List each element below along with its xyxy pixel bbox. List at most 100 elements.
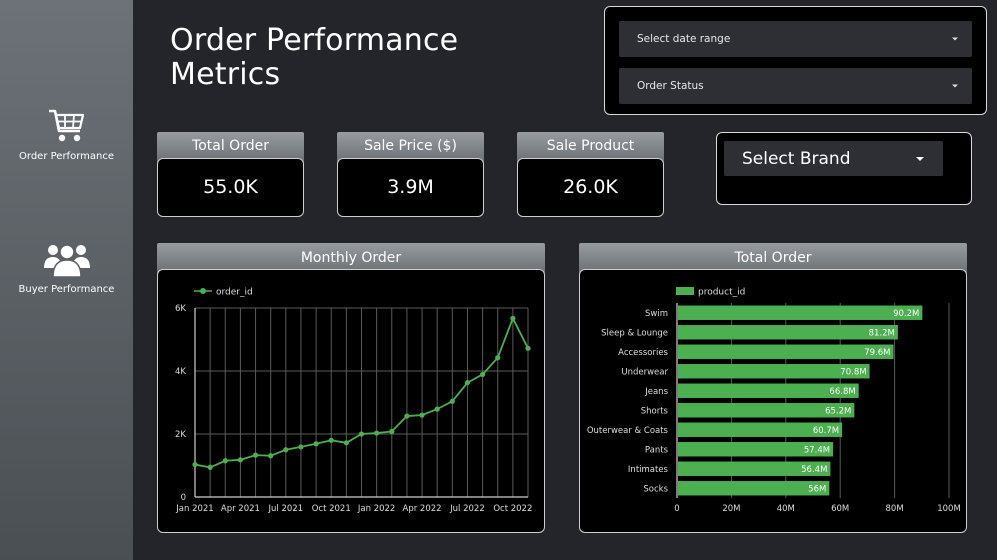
x-tick-label: Oct 2022 <box>493 504 532 514</box>
x-tick-label: 0 <box>674 504 679 514</box>
data-point <box>192 461 198 468</box>
category-label: Outerwear & Coats <box>587 426 669 436</box>
total-order-chart-body: product_id 0 20M 40M 60M 80M 100M Swim 90.2M Slee… <box>579 269 967 533</box>
page-title-line1: Order Performance <box>170 23 459 58</box>
total-order-card: Total Order product_id 0 20M 40M 60M 80M 100M S… <box>579 243 967 533</box>
data-label: 90.2M <box>893 309 919 319</box>
chevron-down-icon <box>952 84 958 88</box>
category-label: Sleep & Lounge <box>601 328 668 338</box>
category-label: Pants <box>645 445 669 455</box>
x-tick-label: Apr 2022 <box>403 504 442 514</box>
brand-dropdown[interactable]: Select Brand <box>724 141 943 176</box>
order-status-dropdown[interactable]: Order Status <box>619 68 972 104</box>
x-tick-label: Jul 2022 <box>449 504 485 514</box>
category-label: Jeans <box>644 387 668 397</box>
x-tick-label: 40M <box>777 504 795 514</box>
kpi-total-order: Total Order 55.0K <box>157 132 304 217</box>
x-tick-label: 20M <box>722 504 740 514</box>
x-tick-label: Jan 2022 <box>357 504 395 514</box>
x-tick-label: 100M <box>937 504 961 514</box>
data-point <box>464 380 471 386</box>
category-label: Underwear <box>621 367 668 377</box>
total-order-chart: product_id 0 20M 40M 60M 80M 100M Swim 90.2M Slee… <box>587 287 961 514</box>
data-point <box>207 464 213 470</box>
bar <box>678 325 898 340</box>
data-point <box>525 345 531 351</box>
sidebar-item-label: Order Performance <box>19 151 114 162</box>
x-tick-label: 60M <box>831 504 849 514</box>
sidebar-item-order-performance[interactable]: Order Performance <box>0 107 133 162</box>
data-point <box>328 437 334 443</box>
data-point <box>343 440 349 446</box>
data-point <box>374 430 380 436</box>
data-label: 65.2M <box>825 406 851 416</box>
kpi-sale-product: Sale Product 26.0K <box>517 132 664 217</box>
data-point <box>283 447 289 453</box>
data-label: 56.4M <box>801 465 827 475</box>
kpi-value: 55.0K <box>157 158 304 217</box>
data-label: 56M <box>808 484 826 494</box>
chevron-down-icon <box>952 37 958 41</box>
data-point <box>237 457 244 463</box>
date-range-label: Select date range <box>637 33 731 45</box>
brand-label: Select Brand <box>742 148 851 169</box>
data-label: 79.6M <box>864 348 890 358</box>
data-label: 70.8M <box>840 367 866 377</box>
users-icon <box>43 244 90 278</box>
date-range-dropdown[interactable]: Select date range <box>619 21 972 57</box>
data-label: 57.4M <box>804 445 830 455</box>
data-point <box>434 406 440 412</box>
legend-label: order_id <box>216 288 253 298</box>
x-tick-label: Jul 2021 <box>268 504 304 514</box>
kpi-value: 26.0K <box>517 158 664 217</box>
legend-label: product_id <box>698 288 745 298</box>
data-point <box>479 371 486 378</box>
bar <box>678 481 830 496</box>
data-point <box>404 413 410 419</box>
sidebar-item-buyer-performance[interactable]: Buyer Performance <box>0 240 133 295</box>
data-point <box>222 458 228 464</box>
data-point <box>389 428 395 435</box>
data-point <box>449 398 455 404</box>
y-tick-label: 2K <box>175 430 186 440</box>
filter-panel: Select date range Order Status <box>604 6 987 115</box>
kpi-sale-price: Sale Price ($) 3.9M <box>337 132 484 217</box>
data-point <box>358 431 365 437</box>
legend-swatch <box>676 287 694 295</box>
data-label: 60.7M <box>813 426 839 436</box>
bar <box>678 344 894 359</box>
legend-marker <box>200 288 206 294</box>
data-point <box>510 315 516 321</box>
dashboard: Order Performance Buyer Performance Orde… <box>0 0 997 560</box>
y-tick-label: 6K <box>175 304 186 314</box>
y-tick-label: 0 <box>181 493 186 503</box>
category-label: Shorts <box>641 406 669 416</box>
category-label: Accessories <box>618 348 668 358</box>
page-title: Order Performance Metrics <box>170 24 458 92</box>
x-tick-label: Apr 2021 <box>221 504 260 514</box>
shopping-cart-icon <box>48 109 84 142</box>
x-tick-label: Oct 2021 <box>312 504 351 514</box>
monthly-order-chart-body: order_id 0 2K 4K 6K Jan 2021 Apr 2021 Jul 2021 O… <box>157 269 545 533</box>
y-tick-label: 4K <box>175 367 186 377</box>
data-point <box>268 453 274 459</box>
data-point <box>252 452 259 458</box>
data-point <box>298 444 304 450</box>
data-label: 66.8M <box>829 387 855 397</box>
sidebar-item-label: Buyer Performance <box>18 284 115 295</box>
x-tick-label: Jan 2021 <box>175 504 213 514</box>
category-label: Swim <box>645 309 668 319</box>
kpi-value: 3.9M <box>337 158 484 217</box>
monthly-order-chart: order_id 0 2K 4K 6K Jan 2021 Apr 2021 Jul 2021 O… <box>175 288 532 515</box>
data-point <box>495 355 501 361</box>
data-point <box>419 412 425 418</box>
page-title-line2: Metrics <box>170 57 281 92</box>
order-status-label: Order Status <box>637 80 704 92</box>
data-label: 81.2M <box>869 328 895 338</box>
data-point <box>313 441 319 447</box>
category-label: Socks <box>643 484 668 494</box>
category-label: Intimates <box>628 465 669 475</box>
bar <box>678 305 923 320</box>
x-tick-label: 80M <box>886 504 904 514</box>
sidebar: Order Performance Buyer Performance <box>0 0 133 560</box>
